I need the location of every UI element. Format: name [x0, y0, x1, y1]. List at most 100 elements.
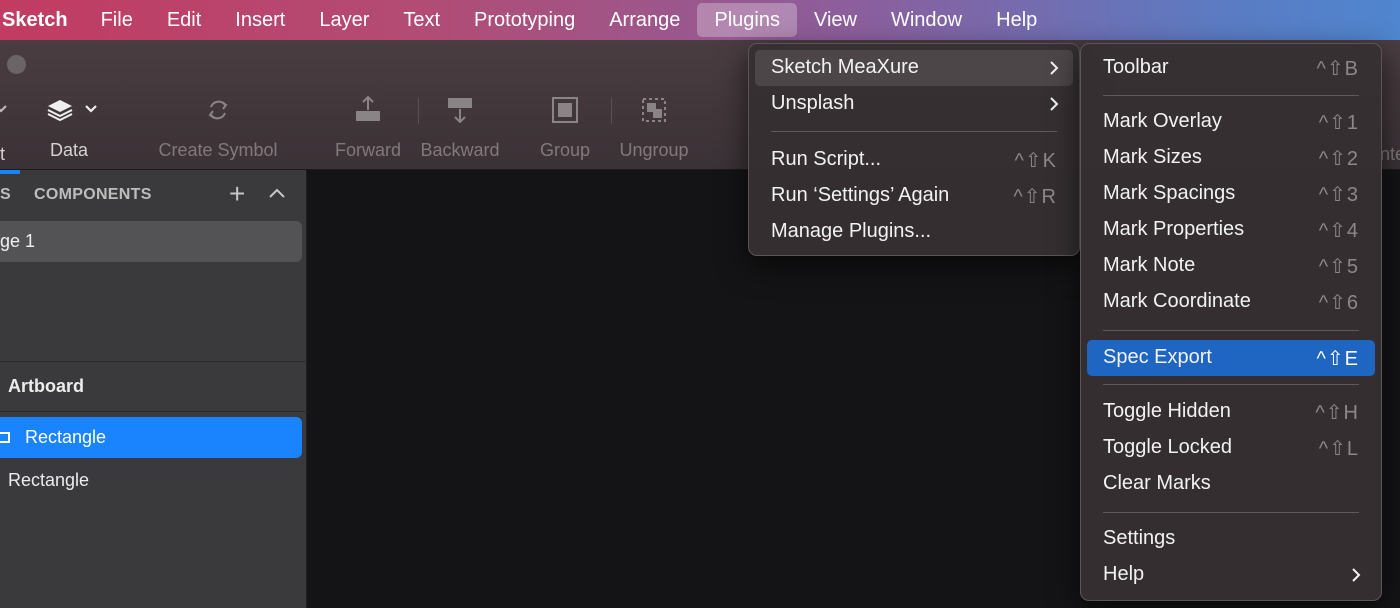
- menu-item-mark-spacings[interactable]: Mark Spacings ^⇧3: [1087, 176, 1375, 212]
- group-icon: [534, 92, 596, 128]
- menu-item-label: Manage Plugins...: [771, 220, 932, 242]
- menu-item-sketch-meaxure[interactable]: Sketch MeaXure: [755, 50, 1073, 86]
- pages-tab-indicator: [0, 170, 20, 174]
- toolbar-partial-label-right: nte: [1380, 144, 1400, 164]
- menu-item-mark-properties[interactable]: Mark Properties ^⇧4: [1087, 212, 1375, 248]
- menu-item-toggle-locked[interactable]: Toggle Locked ^⇧L: [1087, 430, 1375, 466]
- menu-item-shortcut: ^⇧E: [1316, 348, 1359, 370]
- add-page-icon[interactable]: +: [229, 179, 245, 209]
- menu-text[interactable]: Text: [386, 3, 457, 37]
- menu-item-mark-note[interactable]: Mark Note ^⇧5: [1087, 248, 1375, 284]
- menu-separator: [1103, 512, 1359, 513]
- tab-pages[interactable]: S: [0, 186, 11, 204]
- refresh-symbol-icon: [152, 92, 284, 128]
- ungroup-label: Ungroup: [619, 140, 689, 160]
- menu-item-label: Run ‘Settings’ Again: [771, 184, 950, 206]
- menu-layer[interactable]: Layer: [302, 3, 386, 37]
- menu-item-label: Toggle Hidden: [1103, 400, 1231, 422]
- menu-item-label: Mark Overlay: [1103, 110, 1222, 132]
- menu-insert[interactable]: Insert: [218, 3, 302, 37]
- data-label: Data: [49, 140, 89, 160]
- menu-plugins[interactable]: Plugins: [697, 3, 797, 37]
- menu-item-label: Mark Properties: [1103, 218, 1245, 240]
- menu-item-label: Mark Note: [1103, 254, 1196, 276]
- page-item-label: ge 1: [0, 231, 36, 251]
- menu-item-shortcut: ^⇧R: [1013, 186, 1057, 208]
- group-button[interactable]: Group: [534, 92, 596, 170]
- menu-item-label: Toolbar: [1103, 56, 1169, 78]
- menu-item-run-script[interactable]: Run Script... ^⇧K: [755, 142, 1073, 178]
- create-symbol-button[interactable]: Create Symbol: [152, 92, 284, 170]
- menu-app-sketch[interactable]: Sketch: [0, 3, 84, 37]
- menu-prototyping[interactable]: Prototyping: [457, 3, 592, 37]
- menu-edit[interactable]: Edit: [150, 3, 218, 37]
- menu-item-shortcut: ^⇧L: [1318, 438, 1359, 460]
- menu-item-label: Clear Marks: [1103, 472, 1211, 494]
- menu-separator: [1103, 95, 1359, 96]
- menu-separator: [1103, 330, 1359, 331]
- menu-item-shortcut: ^⇧5: [1318, 256, 1359, 278]
- backward-label: Backward: [420, 140, 500, 160]
- page-item[interactable]: ge 1: [0, 221, 302, 262]
- menu-item-shortcut: ^⇧1: [1318, 112, 1359, 134]
- window-close-button[interactable]: [7, 55, 26, 74]
- menu-item-mark-sizes[interactable]: Mark Sizes ^⇧2: [1087, 140, 1375, 176]
- chevron-up-icon[interactable]: [266, 183, 288, 205]
- menu-item-settings[interactable]: Settings: [1087, 521, 1375, 557]
- menu-item-shortcut: ^⇧2: [1318, 148, 1359, 170]
- menu-item-shortcut: ^⇧K: [1014, 150, 1057, 172]
- menu-item-label: Unsplash: [771, 92, 855, 114]
- forward-label: Forward: [334, 140, 401, 160]
- chevron-right-icon: [1047, 96, 1061, 112]
- forward-button[interactable]: Forward: [332, 92, 404, 170]
- menu-item-spec-export[interactable]: Spec Export ^⇧E: [1087, 340, 1375, 376]
- toolbar-partial-label: t: [0, 144, 6, 164]
- menu-item-clear-marks[interactable]: Clear Marks: [1087, 466, 1375, 502]
- menu-bar: Sketch File Edit Insert Layer Text Proto…: [0, 0, 1400, 40]
- menu-separator: [771, 131, 1057, 132]
- sidebar-divider: [0, 411, 307, 412]
- data-button[interactable]: Data: [38, 92, 100, 170]
- menu-window[interactable]: Window: [874, 3, 979, 37]
- menu-arrange[interactable]: Arrange: [592, 3, 697, 37]
- menu-item-label: Mark Sizes: [1103, 146, 1202, 168]
- menu-item-shortcut: ^⇧6: [1318, 292, 1359, 314]
- layers-icon: [38, 92, 100, 128]
- sketch-app-window: Sketch File Edit Insert Layer Text Proto…: [0, 0, 1400, 608]
- forward-icon: [332, 92, 404, 128]
- backward-icon: [416, 92, 504, 128]
- sidebar-header: S COMPONENTS +: [0, 170, 307, 220]
- menu-item-manage-plugins[interactable]: Manage Plugins...: [755, 214, 1073, 250]
- ungroup-button[interactable]: Ungroup: [616, 92, 692, 170]
- menu-item-unsplash[interactable]: Unsplash: [755, 86, 1073, 122]
- menu-item-run-settings-again[interactable]: Run ‘Settings’ Again ^⇧R: [755, 178, 1073, 214]
- menu-item-label: Mark Spacings: [1103, 182, 1236, 204]
- menu-help[interactable]: Help: [979, 3, 1054, 37]
- menu-item-label: Settings: [1103, 527, 1176, 549]
- tab-components[interactable]: COMPONENTS: [34, 186, 152, 204]
- ungroup-icon: [616, 92, 692, 128]
- menu-item-mark-coordinate[interactable]: Mark Coordinate ^⇧6: [1087, 284, 1375, 320]
- layers-sidebar: S COMPONENTS + ge 1 Artboard Rectangle R…: [0, 170, 307, 608]
- rectangle-icon: [0, 432, 10, 443]
- backward-button[interactable]: Backward: [416, 92, 504, 170]
- menu-item-label: Spec Export: [1103, 346, 1212, 368]
- menu-file[interactable]: File: [84, 3, 150, 37]
- artboard-label[interactable]: Artboard: [8, 376, 84, 397]
- menu-item-label: Help: [1103, 563, 1145, 585]
- menu-item-shortcut: ^⇧B: [1316, 58, 1359, 80]
- menu-item-toggle-hidden[interactable]: Toggle Hidden ^⇧H: [1087, 394, 1375, 430]
- layer-row-selected[interactable]: Rectangle: [0, 417, 302, 458]
- menu-item-shortcut: ^⇧H: [1315, 402, 1359, 424]
- layer-label: Rectangle: [25, 427, 107, 447]
- chevron-down-icon[interactable]: [0, 100, 10, 120]
- menu-item-help[interactable]: Help: [1087, 557, 1375, 593]
- menu-item-mark-overlay[interactable]: Mark Overlay ^⇧1: [1087, 104, 1375, 140]
- menu-item-label: Mark Coordinate: [1103, 290, 1251, 312]
- menu-item-label: Sketch MeaXure: [771, 56, 919, 78]
- menu-item-toolbar[interactable]: Toolbar ^⇧B: [1087, 50, 1375, 86]
- layer-row[interactable]: Rectangle: [8, 470, 89, 491]
- menu-view[interactable]: View: [797, 3, 874, 37]
- toolbar-divider: [611, 98, 612, 124]
- meaxure-submenu: Toolbar ^⇧B Mark Overlay ^⇧1 Mark Sizes …: [1080, 43, 1382, 601]
